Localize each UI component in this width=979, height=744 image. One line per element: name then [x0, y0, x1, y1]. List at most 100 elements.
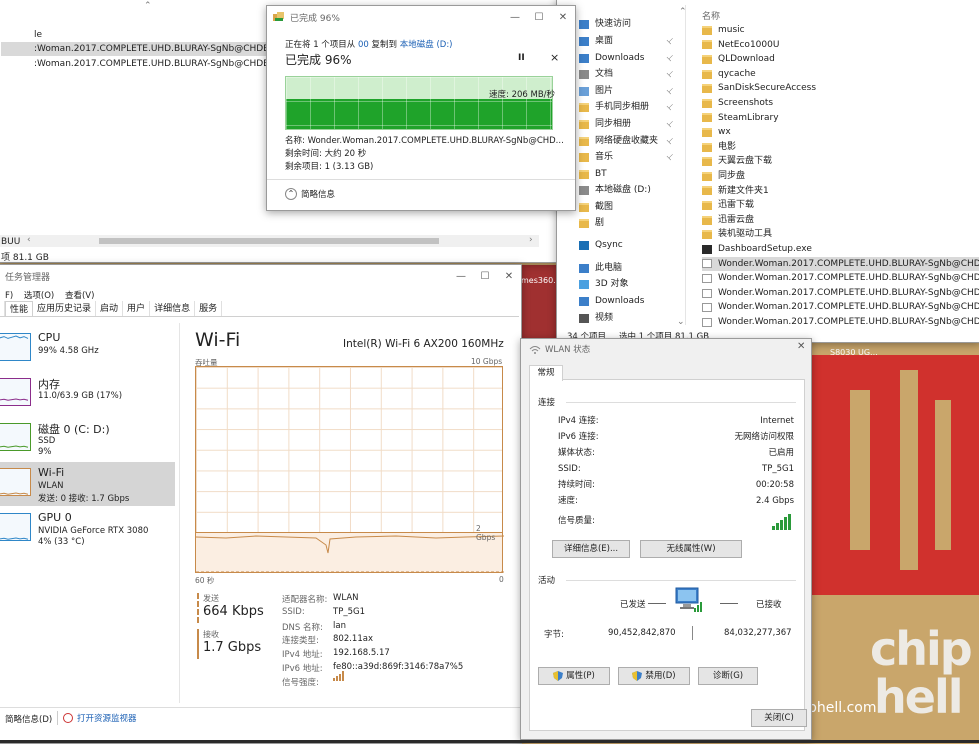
properties-button[interactable]: 属性(P) [538, 667, 610, 685]
tm-title-bar[interactable]: 任务管理器 — ☐ ✕ [0, 265, 521, 287]
list-item[interactable]: :Woman.2017.COMPLETE.UHD.BLURAY-SgNb@CHD… [1, 42, 266, 56]
less-info-toggle[interactable]: ⌃ 简略信息 [285, 188, 335, 200]
resource-item[interactable]: GPU 0 NVIDIA GeForce RTX 3080 4% (33 °C) [0, 507, 175, 551]
list-item[interactable]: Wonder.Woman.2017.COMPLETE.UHD.BLURAY-Sg… [702, 271, 979, 286]
list-item[interactable]: Wonder.Woman.2017.COMPLETE.UHD.BLURAY-Sg… [702, 300, 979, 315]
tab-services[interactable]: 服务 [195, 301, 223, 316]
tab-app-history[interactable]: 应用历史记录 [33, 301, 97, 316]
tab-general[interactable]: 常规 [529, 365, 563, 381]
dialog-title: 已完成 96% [290, 13, 340, 24]
horizontal-scrollbar[interactable]: ‹ › [0, 235, 539, 247]
menu-view[interactable]: 查看(V) [65, 289, 94, 301]
file-name: Screenshots [718, 98, 774, 108]
details-button[interactable]: 详细信息(E)... [552, 540, 630, 558]
wlan-title-bar[interactable]: WLAN 状态 [529, 343, 590, 355]
list-item[interactable]: 天翼云盘下载 [702, 154, 979, 169]
resource-item[interactable]: CPU 99% 4.58 GHz [0, 327, 175, 371]
open-resource-monitor-link[interactable]: 打开资源监视器 [63, 712, 137, 724]
tab-details[interactable]: 详细信息 [150, 301, 196, 316]
list-item[interactable]: 迅雷下载 [702, 198, 979, 213]
receive-label: 接收 [203, 630, 219, 639]
minimize-button[interactable]: — [503, 12, 527, 23]
file-name: Wonder.Woman.2017.COMPLETE.UHD.BLURAY-Sg… [718, 273, 979, 284]
tab-users[interactable]: 用户 [123, 301, 151, 316]
tab-performance[interactable]: 性能 [5, 301, 34, 316]
property-value: 802.11ax [333, 634, 373, 645]
file-name: Wonder.Woman.2017.COMPLETE.UHD.BLURAY-Sg… [718, 287, 979, 298]
diagnose-button[interactable]: 诊断(G) [698, 667, 758, 685]
shield-icon [553, 671, 564, 681]
maximize-button[interactable]: ☐ [473, 271, 497, 282]
list-item[interactable]: QLDownload [702, 52, 979, 67]
row-value: 无网络访问权限 [734, 432, 794, 442]
close-button[interactable]: ✕ [551, 12, 575, 23]
list-item[interactable]: Wonder.Woman.2017.COMPLETE.UHD.BLURAY-Sg… [702, 256, 979, 272]
list-item[interactable]: :Woman.2017.COMPLETE.UHD.BLURAY-SgNb@CHD… [1, 57, 266, 71]
desktop-label[interactable]: S8030 UG... [830, 348, 878, 357]
sort-chevron-icon[interactable]: ⌃ [144, 1, 152, 11]
list-item[interactable]: 电影 [702, 140, 979, 155]
scroll-down-icon[interactable]: ⌄ [677, 317, 685, 327]
row-value: 已启用 [768, 448, 794, 458]
receive-block: 接收 1.7 Gbps [197, 629, 261, 659]
scroll-left-icon[interactable]: ‹ [27, 235, 31, 245]
minimize-button[interactable]: — [449, 271, 473, 282]
signal-strength-icon [333, 671, 344, 681]
folder-icon [702, 171, 712, 181]
resource-item[interactable]: Wi-Fi WLAN 发送: 0 接收: 1.7 Gbps [0, 462, 175, 506]
file-name: 电影 [718, 141, 737, 152]
cancel-button[interactable]: × [550, 51, 559, 64]
list-item[interactable]: music [702, 23, 979, 38]
disable-button[interactable]: 禁用(D) [618, 667, 690, 685]
scroll-thumb[interactable] [99, 238, 439, 244]
list-item[interactable]: DashboardSetup.exe [702, 242, 979, 257]
close-button[interactable]: ✕ [797, 341, 805, 352]
maximize-button[interactable]: ☐ [527, 12, 551, 23]
folder-icon [702, 25, 712, 35]
list-item[interactable]: 新建文件夹1 [702, 184, 979, 199]
fewer-details-button[interactable]: 简略信息(D) [5, 713, 52, 725]
scroll-right-icon[interactable]: › [529, 235, 533, 245]
tab-startup[interactable]: 启动 [96, 301, 124, 316]
throughput-line [196, 535, 504, 573]
resource-thumbnail [0, 468, 31, 496]
connection-row: IPv6 连接: 无网络访问权限 [558, 430, 794, 444]
resource-item[interactable]: 磁盘 0 (C: D:) SSD 9% [0, 417, 175, 461]
logo-line-1: chip [870, 622, 973, 676]
wireless-properties-button[interactable]: 无线属性(W) [640, 540, 742, 558]
row-value: TP_5G1 [762, 464, 794, 474]
dialog-title-bar[interactable]: 已完成 96% — ☐ ✕ [267, 6, 575, 28]
list-item[interactable]: 迅雷云盘 [702, 213, 979, 228]
list-item[interactable]: le [1, 28, 266, 42]
list-item[interactable]: NetEco1000U [702, 38, 979, 53]
tm-tabs: 性能 应用历史记录 启动 用户 详细信息 服务 [0, 301, 519, 317]
row-value: 2.4 Gbps [755, 496, 794, 506]
menu-file[interactable]: F) [5, 291, 13, 301]
list-item[interactable]: qycache [702, 67, 979, 82]
row-label: 持续时间: [558, 480, 595, 490]
file-name: Wonder.Woman.2017.COMPLETE.UHD.BLURAY-Sg… [718, 302, 979, 313]
destination-link[interactable]: 本地磁盘 (D:) [400, 40, 453, 50]
list-item[interactable]: wx [702, 125, 979, 140]
row-value: Internet [760, 416, 794, 426]
row-label: SSID: [558, 464, 581, 474]
resource-detail: 99% 4.58 GHz [38, 346, 99, 356]
close-button[interactable]: ✕ [497, 271, 521, 282]
list-item[interactable]: SteamLibrary [702, 111, 979, 126]
list-item[interactable]: Wonder.Woman.2017.COMPLETE.UHD.BLURAY-Sg… [702, 286, 979, 301]
list-item[interactable]: Screenshots [702, 96, 979, 111]
list-item[interactable]: Wonder.Woman.2017.COMPLETE.UHD.BLURAY-Sg… [702, 315, 979, 330]
pause-button[interactable]: II [518, 53, 525, 63]
resource-item[interactable]: 内存 11.0/63.9 GB (17%) [0, 372, 175, 416]
list-item[interactable]: 装机驱动工具 [702, 227, 979, 242]
list-item[interactable]: SanDiskSecureAccess [702, 81, 979, 96]
menu-options[interactable]: 选项(O) [24, 289, 54, 301]
receive-value: 1.7 Gbps [203, 640, 262, 655]
time-remaining: 剩余时间: 大约 20 秒 [285, 149, 367, 159]
source-link[interactable]: 00 [358, 40, 369, 50]
close-dialog-button[interactable]: 关闭(C) [751, 709, 807, 727]
list-item[interactable]: 同步盘 [702, 169, 979, 184]
max-scale-label: 10 Gbps [471, 357, 503, 366]
resource-name: 磁盘 0 (C: D:) [38, 423, 110, 436]
row-label: IPv6 连接: [558, 432, 599, 442]
